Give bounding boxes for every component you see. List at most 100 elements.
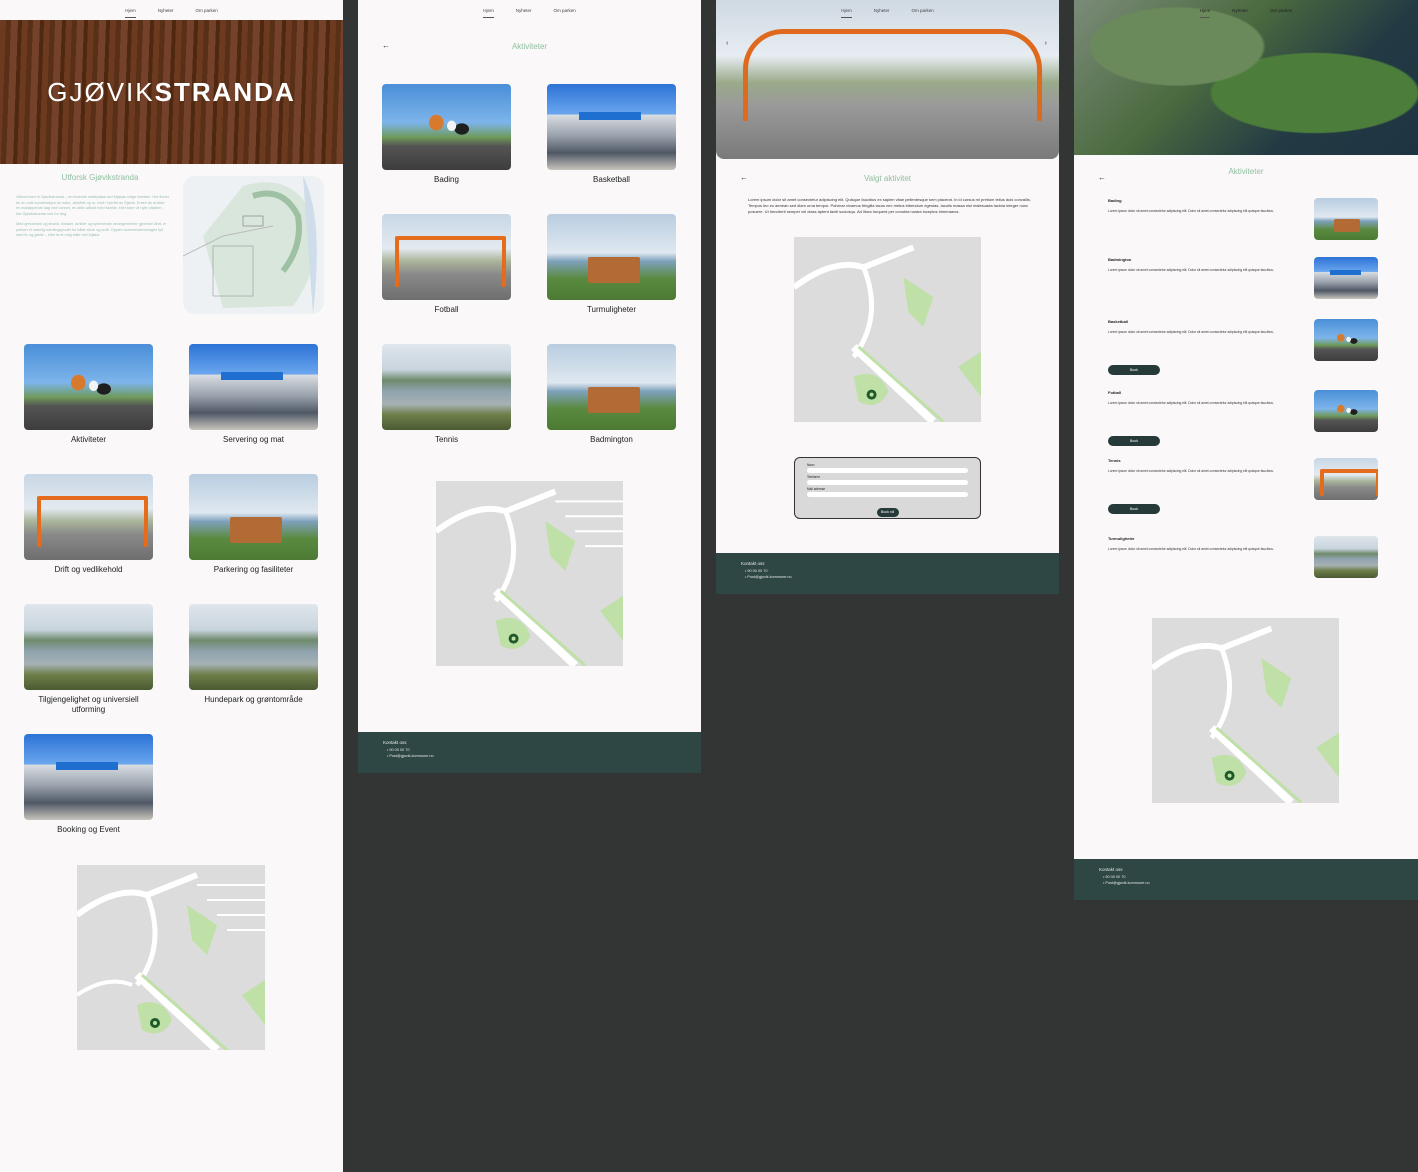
- tile-card[interactable]: Parkering og fasiliteter: [189, 474, 318, 575]
- tile-image: [189, 474, 318, 560]
- tile-card[interactable]: Booking og Event: [24, 734, 153, 835]
- nav-home[interactable]: Hjem: [841, 5, 852, 18]
- footer-phone: • 90 00 00 70: [745, 569, 768, 573]
- tile-card[interactable]: Fotball: [382, 214, 511, 315]
- book-button[interactable]: Book: [1108, 436, 1160, 446]
- activity-description: Lorem ipsum dolor sit amet consectetur a…: [748, 197, 1031, 214]
- tile-label: Hundepark og grøntområde: [204, 695, 303, 704]
- tile-image: [24, 734, 153, 820]
- tile-card[interactable]: Servering og mat: [189, 344, 318, 445]
- carousel-prev-icon[interactable]: ‹: [726, 40, 728, 47]
- tile-image: [382, 84, 511, 170]
- list-item-image: [1314, 257, 1378, 299]
- tile-label: Booking og Event: [57, 825, 120, 834]
- name-field[interactable]: [807, 468, 968, 473]
- location-map[interactable]: [436, 481, 623, 666]
- activity-list-screen: Hjem Nyheter Om parken ← Aktiviteter Bad…: [1074, 0, 1418, 900]
- intro-paragraph-1: Velkommen til Gjøvikstranda – en levende…: [16, 195, 169, 216]
- phone-label: Telefonnr: [807, 475, 821, 479]
- nav-about[interactable]: Om parken: [1270, 5, 1292, 16]
- tile-card[interactable]: Tilgjengelighet og universiell utforming: [24, 604, 153, 714]
- footer-title: Kontakt oss: [383, 740, 407, 745]
- list-item-description: Lorem ipsum dolor sit amet consectetur a…: [1108, 330, 1274, 334]
- tile-image: [382, 214, 511, 300]
- top-nav: Hjem Nyheter Om parken: [716, 0, 1059, 20]
- tile-card[interactable]: Bading: [382, 84, 511, 185]
- carousel-next-icon[interactable]: ›: [1045, 40, 1047, 47]
- email-label: Mail adresse: [807, 487, 826, 491]
- nav-about[interactable]: Om parken: [912, 5, 934, 16]
- tile-image: [24, 474, 153, 560]
- top-nav: Hjem Nyheter Om parken: [1074, 0, 1418, 20]
- page-title: Aktiviteter: [511, 42, 548, 51]
- tile-image: [24, 604, 153, 690]
- location-map[interactable]: [794, 237, 981, 422]
- book-now-button[interactable]: Book nå: [876, 508, 899, 517]
- footer-phone: • 90 00 00 70: [1103, 875, 1126, 879]
- list-item-title: Tennis: [1108, 458, 1121, 463]
- intro-paragraph-2: Med gressmark og strand, kiosker, tursti…: [16, 222, 167, 237]
- logo: GJØVIKSTRANDA: [47, 76, 296, 107]
- tile-image: [547, 344, 676, 430]
- tile-image: [189, 604, 318, 690]
- nav-news[interactable]: Nyheter: [1232, 5, 1248, 16]
- nav-news[interactable]: Nyheter: [874, 5, 890, 16]
- tile-image: [24, 344, 153, 430]
- nav-home[interactable]: Hjem: [1199, 5, 1210, 18]
- nav-about[interactable]: Om parken: [196, 5, 218, 16]
- footer: Kontakt oss • 90 00 00 70 • Post@gjovik.…: [358, 732, 701, 773]
- booking-form: Navn Telefonnr Mail adresse Book nå: [794, 457, 981, 519]
- tile-card[interactable]: Badmington: [547, 344, 676, 445]
- list-item-description: Lorem ipsum dolor sit amet consectetur a…: [1108, 469, 1274, 473]
- nav-news[interactable]: Nyheter: [158, 5, 174, 16]
- footer-title: Kontakt oss: [741, 561, 765, 566]
- footer-phone: • 90 00 00 70: [387, 748, 410, 752]
- list-item-title: Turmuligheter: [1108, 536, 1135, 541]
- list-item-image: [1314, 458, 1378, 500]
- page-title: Valgt aktivitet: [864, 174, 911, 183]
- list-item-description: Lorem ipsum dolor sit amet consectetur a…: [1108, 268, 1274, 272]
- tile-card[interactable]: Tennis: [382, 344, 511, 445]
- tile-card[interactable]: Basketball: [547, 84, 676, 185]
- tile-label: Parkering og fasiliteter: [213, 565, 294, 574]
- list-item-title: Fotball: [1108, 390, 1122, 395]
- nav-about[interactable]: Om parken: [554, 5, 576, 16]
- page-title: Aktiviteter: [1228, 167, 1264, 176]
- park-plan-map: [183, 176, 324, 314]
- tile-card[interactable]: Aktiviteter: [24, 344, 153, 445]
- nav-home[interactable]: Hjem: [125, 5, 136, 18]
- tile-image: [547, 214, 676, 300]
- top-nav: Hjem Nyheter Om parken: [0, 0, 343, 20]
- footer-email[interactable]: • Post@gjovik.kommune.no: [1103, 881, 1393, 885]
- tile-label: Drift og vedlikehold: [54, 565, 123, 574]
- tile-label: Tennis: [434, 435, 459, 444]
- location-map[interactable]: [77, 865, 265, 1050]
- footer-email[interactable]: • Post@gjovik.kommune.no: [387, 754, 676, 758]
- book-button[interactable]: Book: [1108, 365, 1160, 375]
- email-field[interactable]: [807, 492, 968, 497]
- location-map[interactable]: [1152, 618, 1339, 803]
- hero-carousel-image: [716, 0, 1059, 159]
- tile-image: [382, 344, 511, 430]
- book-button[interactable]: Book: [1108, 504, 1160, 514]
- list-item-image: [1314, 198, 1378, 240]
- tile-card[interactable]: Turmuligheter: [547, 214, 676, 315]
- list-item-title: Basketball: [1108, 319, 1129, 324]
- activities-screen: Hjem Nyheter Om parken ← Aktiviteter Bad…: [358, 0, 701, 773]
- tile-card[interactable]: Drift og vedlikehold: [24, 474, 153, 575]
- footer-email[interactable]: • Post@gjovik.kommune.no: [745, 575, 1034, 579]
- phone-field[interactable]: [807, 480, 968, 485]
- tile-label: Tilgjengelighet og universiell utforming: [38, 695, 139, 714]
- nav-news[interactable]: Nyheter: [516, 5, 532, 16]
- tile-label: Aktiviteter: [70, 435, 107, 444]
- tile-card[interactable]: Hundepark og grøntområde: [189, 604, 318, 705]
- intro-text: Velkommen til Gjøvikstranda – en levende…: [16, 195, 169, 239]
- tile-label: Badmington: [590, 435, 633, 444]
- nav-home[interactable]: Hjem: [483, 5, 494, 18]
- tile-label: Basketball: [593, 175, 630, 184]
- tile-image: [189, 344, 318, 430]
- hero-banner: GJØVIKSTRANDA: [0, 20, 343, 164]
- list-item-title: Badmington: [1108, 257, 1132, 262]
- tile-label: Turmuligheter: [586, 305, 637, 314]
- name-label: Navn: [807, 463, 815, 467]
